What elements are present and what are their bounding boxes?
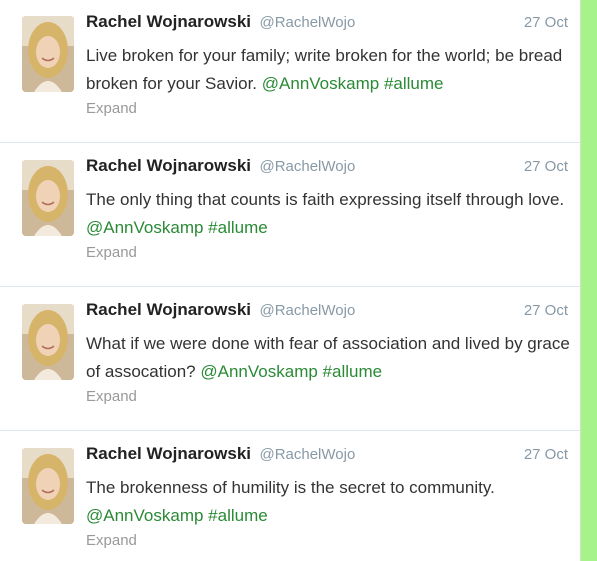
tweet-item[interactable]: Rachel Wojnarowski @RachelWojo 27 Oct Wh… bbox=[0, 288, 580, 431]
mention-link[interactable]: @AnnVoskamp bbox=[86, 506, 203, 525]
avatar[interactable] bbox=[22, 160, 74, 236]
expand-link[interactable]: Expand bbox=[86, 244, 137, 261]
tweet-timestamp[interactable]: 27 Oct bbox=[524, 446, 568, 463]
author-handle[interactable]: @RachelWojo bbox=[259, 446, 355, 463]
tweet-text: The brokenness of humility is the secret… bbox=[86, 474, 572, 530]
hashtag-link[interactable]: #allume bbox=[208, 506, 268, 525]
mention-link[interactable]: @AnnVoskamp bbox=[200, 362, 317, 381]
tweet-item[interactable]: Rachel Wojnarowski @RachelWojo 27 Oct Li… bbox=[0, 0, 580, 143]
hashtag-link[interactable]: #allume bbox=[323, 362, 383, 381]
expand-link[interactable]: Expand bbox=[86, 532, 137, 549]
avatar[interactable] bbox=[22, 448, 74, 524]
tweet-timestamp[interactable]: 27 Oct bbox=[524, 14, 568, 31]
author-handle[interactable]: @RachelWojo bbox=[259, 158, 355, 175]
author-handle[interactable]: @RachelWojo bbox=[259, 14, 355, 31]
avatar[interactable] bbox=[22, 16, 74, 92]
avatar[interactable] bbox=[22, 304, 74, 380]
author-name[interactable]: Rachel Wojnarowski bbox=[86, 12, 251, 31]
expand-link[interactable]: Expand bbox=[86, 388, 137, 405]
tweet-item[interactable]: Rachel Wojnarowski @RachelWojo 27 Oct Th… bbox=[0, 432, 580, 561]
mention-link[interactable]: @AnnVoskamp bbox=[262, 74, 379, 93]
tweet-header: Rachel Wojnarowski @RachelWojo 27 Oct bbox=[86, 444, 568, 470]
author-name[interactable]: Rachel Wojnarowski bbox=[86, 300, 251, 319]
tweet-text: What if we were done with fear of associ… bbox=[86, 330, 572, 386]
mention-link[interactable]: @AnnVoskamp bbox=[86, 218, 203, 237]
tweet-timestamp[interactable]: 27 Oct bbox=[524, 158, 568, 175]
hashtag-link[interactable]: #allume bbox=[208, 218, 268, 237]
tweet-body: The only thing that counts is faith expr… bbox=[86, 190, 565, 209]
hashtag-link[interactable]: #allume bbox=[384, 74, 444, 93]
author-name[interactable]: Rachel Wojnarowski bbox=[86, 444, 251, 463]
tweet-text: The only thing that counts is faith expr… bbox=[86, 186, 572, 242]
author-handle[interactable]: @RachelWojo bbox=[259, 302, 355, 319]
tweet-header: Rachel Wojnarowski @RachelWojo 27 Oct bbox=[86, 12, 568, 38]
author-name[interactable]: Rachel Wojnarowski bbox=[86, 156, 251, 175]
tweet-timestamp[interactable]: 27 Oct bbox=[524, 302, 568, 319]
tweet-text: Live broken for your family; write broke… bbox=[86, 42, 572, 98]
tweet-item[interactable]: Rachel Wojnarowski @RachelWojo 27 Oct Th… bbox=[0, 144, 580, 287]
tweet-timeline: Rachel Wojnarowski @RachelWojo 27 Oct Li… bbox=[0, 0, 581, 561]
expand-link[interactable]: Expand bbox=[86, 100, 137, 117]
tweet-header: Rachel Wojnarowski @RachelWojo 27 Oct bbox=[86, 156, 568, 182]
tweet-body: The brokenness of humility is the secret… bbox=[86, 478, 495, 497]
tweet-header: Rachel Wojnarowski @RachelWojo 27 Oct bbox=[86, 300, 568, 326]
